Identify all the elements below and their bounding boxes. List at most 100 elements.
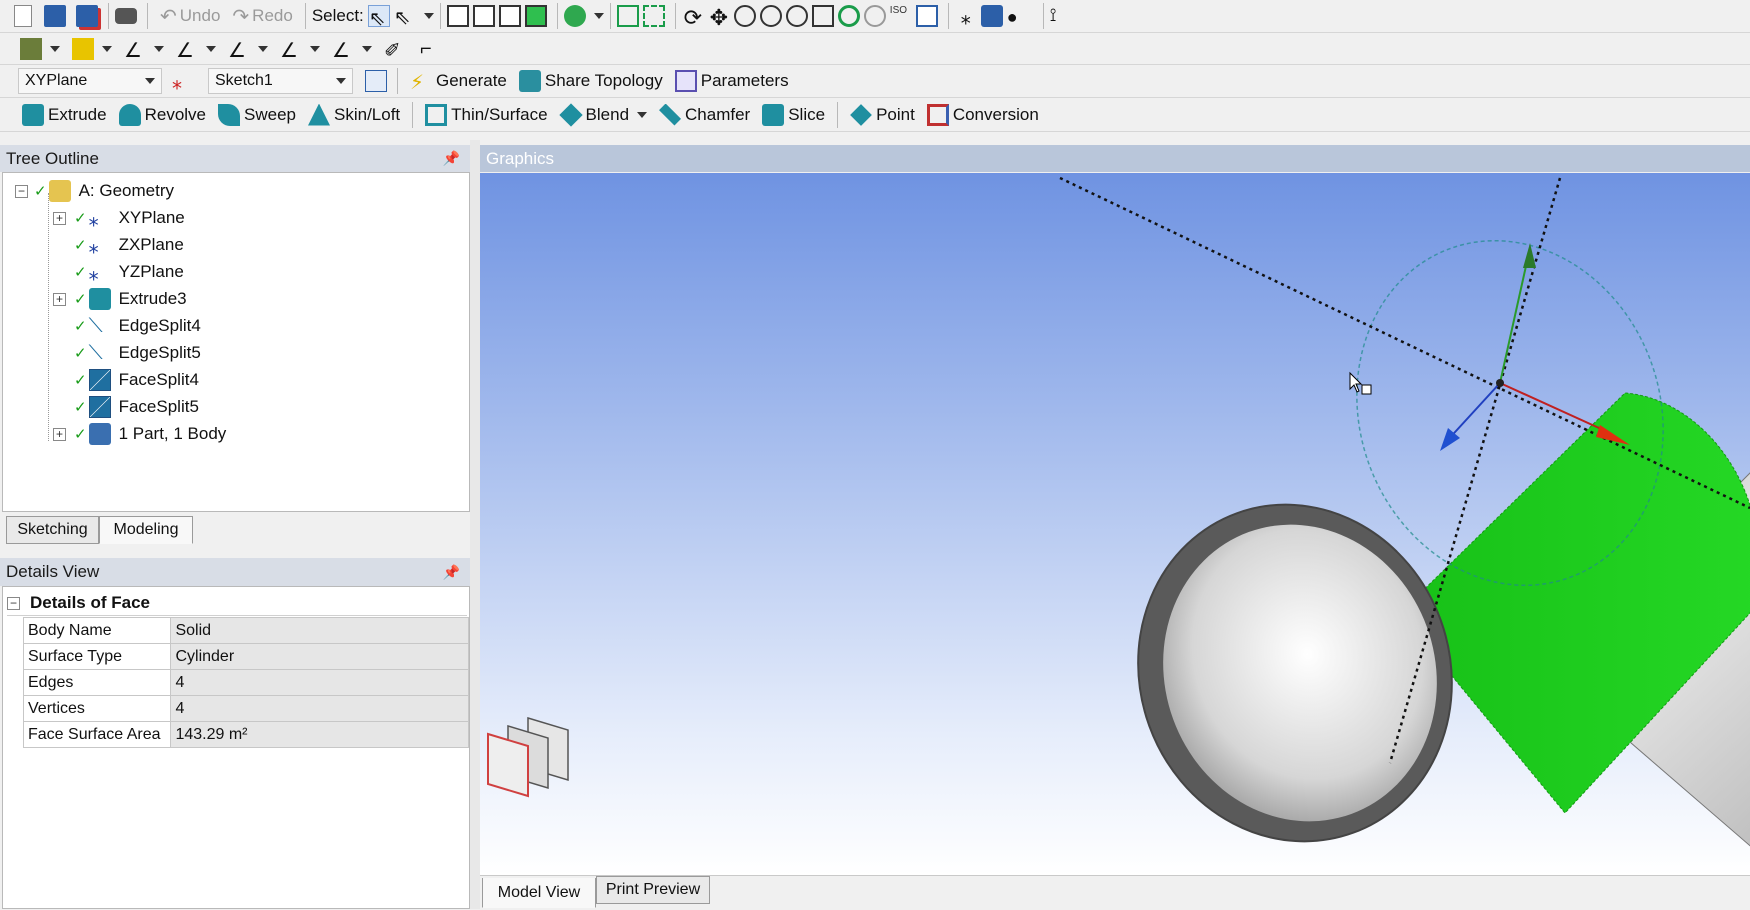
chevron-down-icon[interactable] bbox=[154, 45, 164, 52]
generate-button[interactable]: ⚡ Generate bbox=[404, 66, 513, 96]
display-plane-icon[interactable] bbox=[20, 37, 42, 60]
details-row[interactable]: Face Surface Area 143.29 m² bbox=[22, 721, 469, 748]
details-value[interactable]: Solid bbox=[170, 617, 469, 644]
blend-button[interactable]: Blend bbox=[554, 100, 653, 130]
details-group-row[interactable]: − Details of Face bbox=[7, 591, 467, 616]
zoom-box-fit-icon[interactable] bbox=[642, 5, 665, 27]
tree-item-edgesplit4[interactable]: ✓ ⟍ EdgeSplit4 bbox=[74, 313, 201, 339]
details-value[interactable]: 143.29 m² bbox=[170, 721, 469, 748]
panel-splitter[interactable] bbox=[470, 140, 480, 909]
model-canvas[interactable] bbox=[480, 173, 1750, 875]
new-file-icon[interactable] bbox=[14, 5, 32, 27]
skin-loft-button[interactable]: Skin/Loft bbox=[302, 100, 406, 130]
redo-button[interactable]: ↷ Redo bbox=[226, 1, 298, 31]
chevron-down-icon[interactable] bbox=[206, 45, 216, 52]
thin-surface-button[interactable]: Thin/Surface bbox=[419, 100, 553, 130]
magnifier-green-icon[interactable] bbox=[837, 5, 860, 27]
zoom-icon[interactable] bbox=[733, 5, 756, 27]
pan-icon[interactable]: ✥ bbox=[708, 5, 730, 30]
save-as-icon[interactable] bbox=[76, 5, 98, 27]
pin-icon[interactable]: 📌 bbox=[443, 564, 460, 581]
chevron-down-icon[interactable] bbox=[50, 45, 60, 52]
rotate-icon[interactable]: ⟳ bbox=[682, 5, 704, 30]
point-button[interactable]: Point bbox=[844, 100, 921, 130]
dimension-3-icon[interactable]: ∠ bbox=[228, 38, 250, 62]
new-sketch-icon[interactable] bbox=[365, 70, 387, 92]
pin-icon[interactable]: 📌 bbox=[443, 150, 460, 167]
details-row[interactable]: Vertices 4 bbox=[22, 695, 469, 722]
slice-button[interactable]: Slice bbox=[756, 100, 831, 130]
tree-root[interactable]: − ✓ A: Geometry bbox=[15, 178, 174, 204]
pin-icon[interactable]: ✐ bbox=[384, 38, 406, 62]
chevron-down-icon[interactable] bbox=[310, 45, 320, 52]
chevron-down-icon[interactable] bbox=[258, 45, 268, 52]
triad-icon[interactable]: ⁎ bbox=[955, 5, 977, 29]
dimension-4-icon[interactable]: ∠ bbox=[280, 38, 302, 62]
tree-item-zxplane[interactable]: ✓ ⁎ ZXPlane bbox=[74, 232, 184, 258]
display-points-icon[interactable]: ● bbox=[1007, 7, 1025, 27]
chevron-down-icon[interactable] bbox=[102, 45, 112, 52]
revolve-button[interactable]: Revolve bbox=[113, 100, 212, 130]
details-value[interactable]: Cylinder bbox=[170, 643, 469, 670]
expand-icon[interactable]: + bbox=[53, 427, 66, 441]
collapse-icon[interactable]: − bbox=[15, 184, 28, 198]
display-model-icon[interactable] bbox=[980, 5, 1003, 27]
details-row[interactable]: Surface Type Cylinder bbox=[22, 643, 469, 670]
select-faces-icon[interactable] bbox=[498, 5, 521, 27]
tree-item-facesplit4[interactable]: ✓ FaceSplit4 bbox=[74, 367, 199, 393]
sketch-combo[interactable]: Sketch1 bbox=[208, 68, 353, 94]
graphics-viewport[interactable] bbox=[480, 173, 1750, 875]
tab-print-preview[interactable]: Print Preview bbox=[596, 876, 710, 904]
tree-item-xyplane[interactable]: + ✓ ⁎ XYPlane bbox=[53, 205, 185, 231]
tree-item-extrude3[interactable]: + ✓ Extrude3 bbox=[53, 286, 187, 312]
select-dropdown-icon[interactable]: ⇖ bbox=[394, 5, 416, 29]
magnifier-grey-icon[interactable] bbox=[863, 5, 886, 27]
tree-item-facesplit5[interactable]: ✓ FaceSplit5 bbox=[74, 394, 199, 420]
details-row[interactable]: Edges 4 bbox=[22, 669, 469, 696]
parameters-button[interactable]: Parameters bbox=[669, 66, 795, 96]
select-mode-icon[interactable]: ⇖ bbox=[367, 5, 390, 30]
dimension-reference-icon[interactable]: ⌐ bbox=[420, 38, 442, 60]
iso-view-icon[interactable]: ISO bbox=[890, 5, 912, 27]
new-plane-icon[interactable]: ⁎ bbox=[172, 70, 194, 94]
zoom-to-fit-icon[interactable] bbox=[811, 5, 834, 27]
extrude-button[interactable]: Extrude bbox=[16, 100, 113, 130]
dimension-1-icon[interactable]: ∠ bbox=[124, 38, 146, 62]
plane-combo[interactable]: XYPlane bbox=[18, 68, 162, 94]
dimension-5-icon[interactable]: ∠ bbox=[332, 38, 354, 62]
chevron-down-icon[interactable] bbox=[637, 111, 648, 118]
save-icon[interactable] bbox=[44, 5, 66, 27]
chevron-down-icon[interactable] bbox=[423, 13, 434, 19]
dimension-2-icon[interactable]: ∠ bbox=[176, 38, 198, 62]
select-points-icon[interactable] bbox=[446, 5, 469, 27]
look-at-icon[interactable] bbox=[915, 5, 938, 27]
sweep-button[interactable]: Sweep bbox=[212, 100, 302, 130]
tab-sketching[interactable]: Sketching bbox=[6, 516, 99, 544]
share-topology-button[interactable]: Share Topology bbox=[513, 66, 669, 96]
chevron-down-icon[interactable] bbox=[362, 45, 372, 52]
ruler-view-icon[interactable]: ⟟ bbox=[1050, 5, 1072, 27]
details-row[interactable]: Body Name Solid bbox=[22, 617, 469, 644]
view-cube-icon[interactable] bbox=[487, 716, 569, 798]
screenshot-camera-icon[interactable] bbox=[115, 8, 137, 24]
tree-item-parts[interactable]: + ✓ 1 Part, 1 Body bbox=[53, 421, 226, 447]
zoom-box-icon[interactable] bbox=[785, 5, 808, 27]
extend-selection-icon[interactable] bbox=[563, 5, 586, 27]
select-edges-icon[interactable] bbox=[472, 5, 495, 27]
highlight-icon[interactable] bbox=[72, 37, 94, 60]
tree-item-edgesplit5[interactable]: ✓ ⟍ EdgeSplit5 bbox=[74, 340, 201, 366]
details-value[interactable]: 4 bbox=[170, 695, 469, 722]
zoom-in-icon[interactable] bbox=[759, 5, 782, 27]
expand-icon[interactable]: + bbox=[53, 211, 66, 225]
tab-model-view[interactable]: Model View bbox=[482, 878, 596, 908]
select-bodies-icon[interactable] bbox=[524, 5, 547, 27]
tree-item-yzplane[interactable]: ✓ ⁎ YZPlane bbox=[74, 259, 184, 285]
chamfer-button[interactable]: Chamfer bbox=[653, 100, 756, 130]
details-value[interactable]: 4 bbox=[170, 669, 469, 696]
expand-icon[interactable]: + bbox=[53, 292, 66, 306]
zoom-fit-icon[interactable] bbox=[616, 5, 639, 27]
undo-button[interactable]: ↶ Undo bbox=[154, 1, 226, 31]
tab-modeling[interactable]: Modeling bbox=[99, 516, 193, 544]
collapse-icon[interactable]: − bbox=[7, 596, 20, 610]
chevron-down-icon[interactable] bbox=[593, 13, 604, 19]
